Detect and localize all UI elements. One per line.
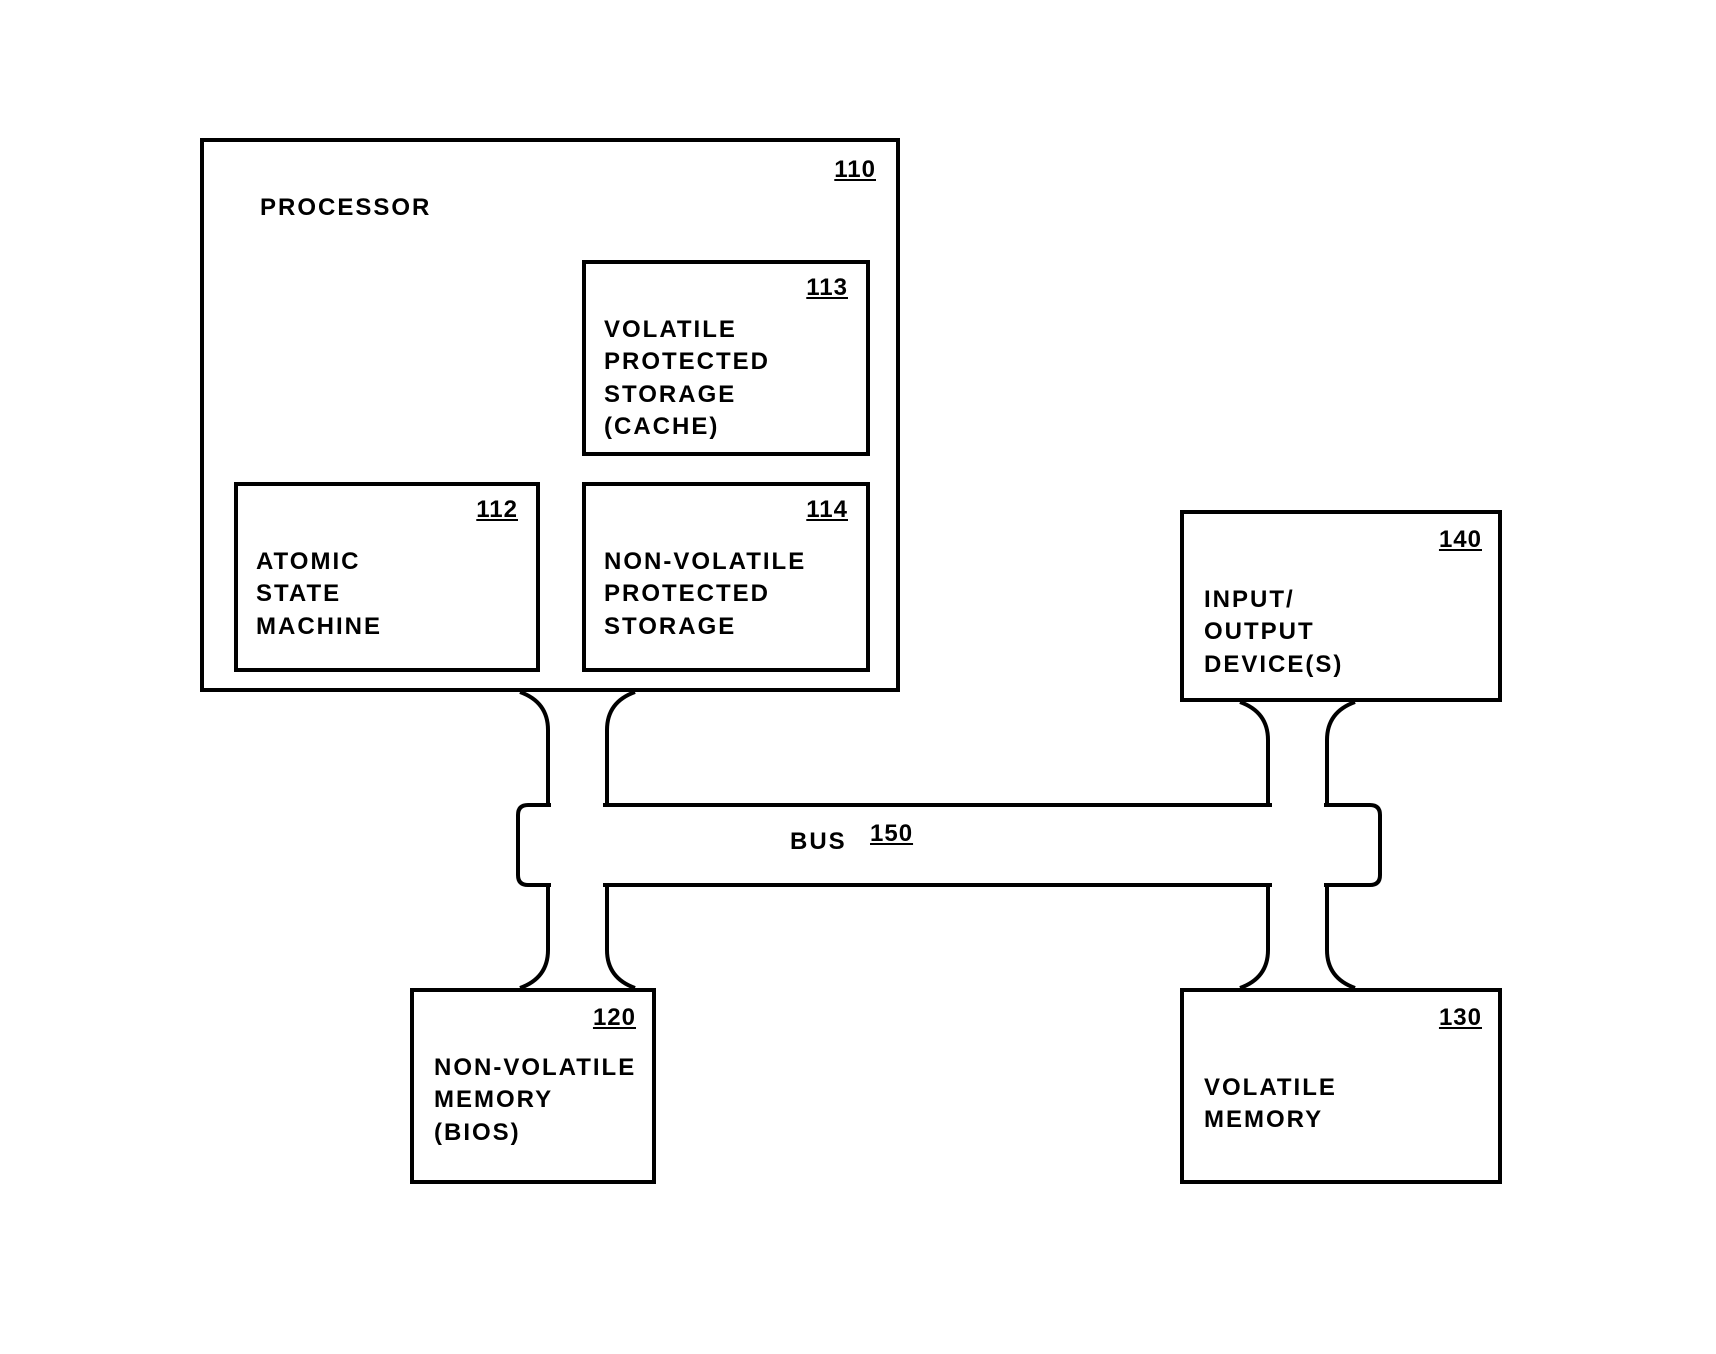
vps-label: VOLATILE PROTECTED STORAGE (CACHE)	[604, 314, 770, 444]
nvps-label: NON-VOLATILE PROTECTED STORAGE	[604, 546, 806, 643]
nvmem-box: 120 NON-VOLATILE MEMORY (BIOS)	[410, 988, 656, 1184]
nvmem-label: NON-VOLATILE MEMORY (BIOS)	[434, 1052, 636, 1149]
processor-box: 110 PROCESSOR 113 VOLATILE PROTECTED STO…	[200, 138, 900, 692]
nvmem-ref: 120	[593, 1004, 636, 1032]
vmem-box: 130 VOLATILE MEMORY	[1180, 988, 1502, 1184]
vmem-label: VOLATILE MEMORY	[1204, 1072, 1337, 1137]
asm-label: ATOMIC STATE MACHINE	[256, 546, 382, 643]
vps-box: 113 VOLATILE PROTECTED STORAGE (CACHE)	[582, 260, 870, 456]
nvps-box: 114 NON-VOLATILE PROTECTED STORAGE	[582, 482, 870, 672]
bus-ref: 150	[870, 820, 913, 848]
io-box: 140 INPUT/ OUTPUT DEVICE(S)	[1180, 510, 1502, 702]
io-label: INPUT/ OUTPUT DEVICE(S)	[1204, 584, 1343, 681]
vmem-ref: 130	[1439, 1004, 1482, 1032]
vps-ref: 113	[806, 274, 848, 302]
asm-box: 112 ATOMIC STATE MACHINE	[234, 482, 540, 672]
nvps-ref: 114	[806, 496, 848, 524]
bus-label: BUS	[790, 828, 847, 856]
io-ref: 140	[1439, 526, 1482, 554]
diagram-canvas: 110 PROCESSOR 113 VOLATILE PROTECTED STO…	[0, 0, 1716, 1354]
processor-title: PROCESSOR	[260, 192, 431, 224]
processor-ref: 110	[834, 156, 876, 184]
asm-ref: 112	[476, 496, 518, 524]
